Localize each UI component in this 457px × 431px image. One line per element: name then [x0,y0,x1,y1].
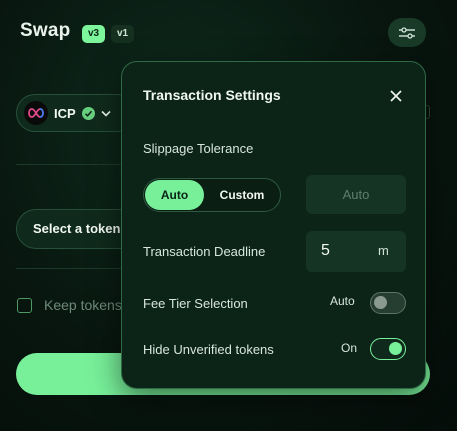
deadline-value: 5 [321,242,330,259]
page-title: Swap [20,20,71,41]
hide-unverified-status: On [341,341,358,355]
fee-tier-toggle[interactable] [370,292,406,314]
divider [16,268,124,269]
slippage-label: Slippage Tolerance [143,141,254,156]
settings-button[interactable] [388,18,426,47]
from-token-selector[interactable]: ICP [16,94,136,132]
slippage-auto-button[interactable]: Auto [145,180,204,210]
deadline-input[interactable]: 5 m [306,231,406,272]
keep-tokens-checkbox[interactable] [17,298,32,313]
verified-check-icon [81,106,95,120]
slippage-mode-toggle: Auto Custom [143,178,281,212]
hide-unverified-toggle[interactable] [370,338,406,360]
icp-logo-icon [24,101,48,125]
slippage-input[interactable]: Auto [306,175,406,214]
transaction-settings-modal: Transaction Settings Slippage Tolerance … [121,61,426,389]
settings-sliders-icon [399,26,415,39]
divider [16,164,124,165]
fee-tier-label: Fee Tier Selection [143,296,248,311]
deadline-label: Transaction Deadline [143,244,266,259]
version-v1-badge[interactable]: v1 [111,25,135,43]
close-icon[interactable] [388,88,404,104]
from-token-name: ICP [54,105,76,121]
slippage-custom-button[interactable]: Custom [206,180,278,210]
keep-tokens-label: Keep tokens [44,297,122,313]
hide-unverified-label: Hide Unverified tokens [143,342,274,357]
toggle-knob [374,296,387,309]
modal-title: Transaction Settings [143,87,281,103]
deadline-unit: m [378,243,389,258]
toggle-knob [389,342,402,355]
chevron-down-icon [101,110,111,117]
version-v3-badge[interactable]: v3 [82,25,106,43]
fee-tier-status: Auto [330,294,355,308]
